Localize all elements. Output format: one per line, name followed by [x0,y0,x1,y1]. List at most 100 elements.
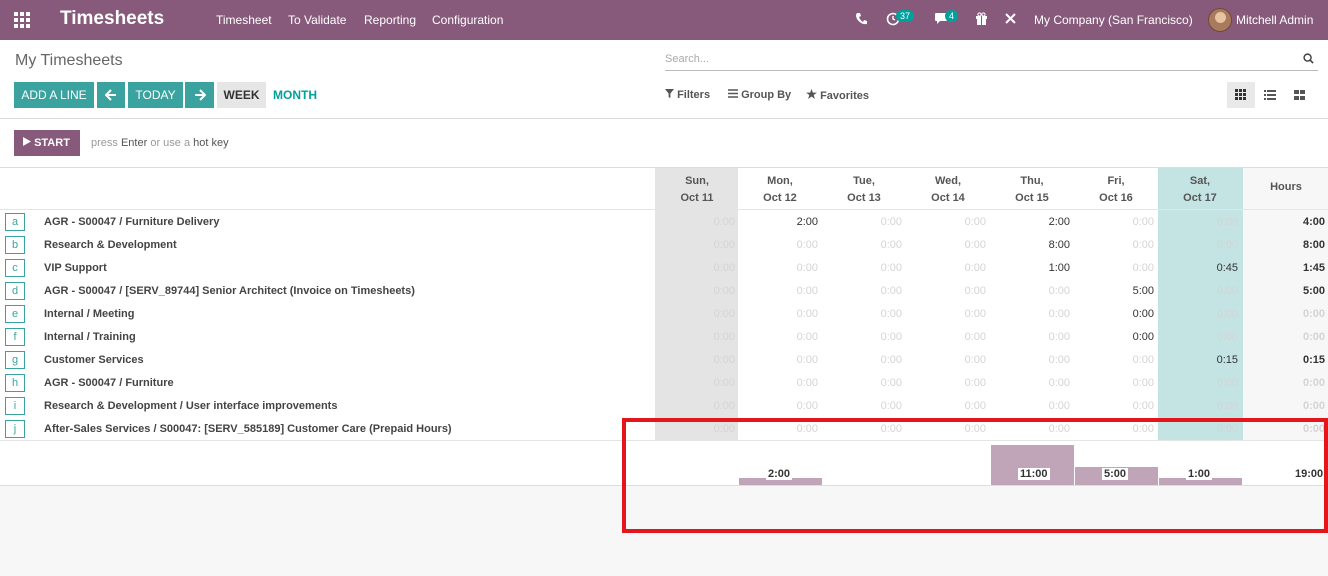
hours-cell[interactable]: 0:00 [665,285,735,297]
table-row[interactable]: g Customer Services 0:00 0:00 0:00 0:00 0:00 0:… [0,348,1328,371]
add-line-button[interactable]: ADD A LINE [14,82,94,108]
hours-cell[interactable]: 0:00 [665,262,735,274]
menu-reporting[interactable]: Reporting [364,13,416,27]
hours-cell[interactable]: 0:00 [1168,308,1238,320]
table-row[interactable]: b Research & Development 0:00 0:00 0:00 0:00 8… [0,233,1328,256]
list-view-button[interactable] [1256,82,1284,108]
hours-cell[interactable]: 0:00 [748,285,818,297]
menu-configuration[interactable]: Configuration [432,13,503,27]
next-button[interactable] [185,82,214,108]
hours-cell[interactable]: 0:00 [1084,216,1154,228]
row-hotkey[interactable]: d [5,282,25,300]
hours-cell[interactable]: 0:00 [832,354,902,366]
table-row[interactable]: c VIP Support 0:00 0:00 0:00 0:00 1:00 0:00 0:45… [0,256,1328,279]
hours-cell[interactable]: 0:00 [832,377,902,389]
hours-cell[interactable]: 1:00 [1000,262,1070,274]
hours-cell[interactable]: 0:00 [1000,285,1070,297]
table-row[interactable]: a AGR - S00047 / Furniture Delivery 0:00 2:… [0,210,1328,233]
table-row[interactable]: f Internal / Training 0:00 0:00 0:00 0:00 0:00… [0,325,1328,348]
hours-cell[interactable]: 0:00 [832,285,902,297]
group-by-dropdown[interactable]: Group By [728,89,791,101]
hours-cell[interactable]: 0:00 [1084,377,1154,389]
hours-cell[interactable]: 0:00 [916,331,986,343]
hours-cell[interactable]: 0:15 [1168,354,1238,366]
hours-cell[interactable]: 0:00 [748,331,818,343]
hours-cell[interactable]: 0:00 [748,308,818,320]
row-hotkey[interactable]: a [5,213,25,231]
hours-cell[interactable]: 0:00 [665,354,735,366]
hours-cell[interactable]: 0:00 [832,400,902,412]
hours-cell[interactable]: 0:00 [916,400,986,412]
row-hotkey[interactable]: j [5,420,25,438]
start-timer-button[interactable]: START [14,130,80,156]
apps-grid-icon[interactable] [14,12,32,28]
phone-icon[interactable] [855,12,867,26]
table-row[interactable]: d AGR - S00047 / [SERV_89744] Senior Arch… [0,279,1328,302]
hours-cell[interactable]: 0:00 [1168,285,1238,297]
hours-cell[interactable]: 2:00 [1000,216,1070,228]
hours-cell[interactable]: 0:00 [748,239,818,251]
company-switcher[interactable]: My Company (San Francisco) [1034,13,1193,27]
search-input[interactable]: Search... [665,50,1318,71]
hours-cell[interactable]: 2:00 [748,216,818,228]
hours-cell[interactable]: 0:00 [748,262,818,274]
hours-cell[interactable]: 0:00 [832,262,902,274]
hours-cell[interactable]: 8:00 [1000,239,1070,251]
hours-cell[interactable]: 0:00 [1000,331,1070,343]
hours-cell[interactable]: 0:00 [832,308,902,320]
hours-cell[interactable]: 0:00 [1168,331,1238,343]
hours-cell[interactable]: 0:45 [1168,262,1238,274]
row-hotkey[interactable]: i [5,397,25,415]
hours-cell[interactable]: 0:00 [832,331,902,343]
row-hotkey[interactable]: g [5,351,25,369]
hours-cell[interactable]: 0:00 [1084,262,1154,274]
hours-cell[interactable]: 0:00 [916,239,986,251]
hours-cell[interactable]: 0:00 [665,331,735,343]
hours-cell[interactable]: 0:00 [1000,400,1070,412]
gift-icon[interactable] [975,12,988,25]
hours-cell[interactable]: 0:00 [748,377,818,389]
row-hotkey[interactable]: h [5,374,25,392]
grid-view-button[interactable] [1227,82,1255,108]
menu-to-validate[interactable]: To Validate [288,13,346,27]
hours-cell[interactable]: 0:00 [1084,331,1154,343]
row-hotkey[interactable]: e [5,305,25,323]
hours-cell[interactable]: 0:00 [1084,354,1154,366]
table-row[interactable]: e Internal / Meeting 0:00 0:00 0:00 0:00 0:00 0… [0,302,1328,325]
hours-cell[interactable]: 0:00 [665,239,735,251]
user-avatar[interactable] [1208,8,1232,32]
hours-cell[interactable]: 0:00 [1000,354,1070,366]
hours-cell[interactable]: 0:00 [1000,377,1070,389]
table-row[interactable]: h AGR - S00047 / Furniture 0:00 0:00 0:00 0:0… [0,371,1328,394]
hours-cell[interactable]: 0:00 [916,285,986,297]
search-icon[interactable] [1303,53,1314,64]
hours-cell[interactable]: 0:00 [665,308,735,320]
hours-cell[interactable]: 0:00 [916,354,986,366]
row-hotkey[interactable]: f [5,328,25,346]
hours-cell[interactable]: 0:00 [665,377,735,389]
table-row[interactable]: i Research & Development / User interface… [0,394,1328,417]
hours-cell[interactable]: 0:00 [665,400,735,412]
app-title[interactable]: Timesheets [60,8,164,30]
hours-cell[interactable]: 0:00 [748,400,818,412]
hours-cell[interactable]: 0:00 [916,377,986,389]
hours-cell[interactable]: 0:00 [1168,216,1238,228]
hours-cell[interactable]: 0:00 [916,216,986,228]
user-menu[interactable]: Mitchell Admin [1236,13,1313,27]
filters-dropdown[interactable]: Filters [665,89,710,101]
hours-cell[interactable]: 0:00 [1000,308,1070,320]
hours-cell[interactable]: 0:00 [1084,239,1154,251]
favorites-dropdown[interactable]: Favorites [806,89,869,102]
kanban-view-button[interactable] [1285,82,1313,108]
week-range-button[interactable]: WEEK [217,82,266,108]
previous-button[interactable] [97,82,125,108]
hours-cell[interactable]: 0:00 [1168,400,1238,412]
hours-cell[interactable]: 0:00 [1168,377,1238,389]
hours-cell[interactable]: 0:00 [916,308,986,320]
hours-cell[interactable]: 0:00 [916,262,986,274]
debug-tools-icon[interactable] [1004,12,1017,25]
hours-cell[interactable]: 0:00 [1084,308,1154,320]
row-hotkey[interactable]: b [5,236,25,254]
hours-cell[interactable]: 0:00 [832,216,902,228]
hours-cell[interactable]: 0:00 [1168,239,1238,251]
